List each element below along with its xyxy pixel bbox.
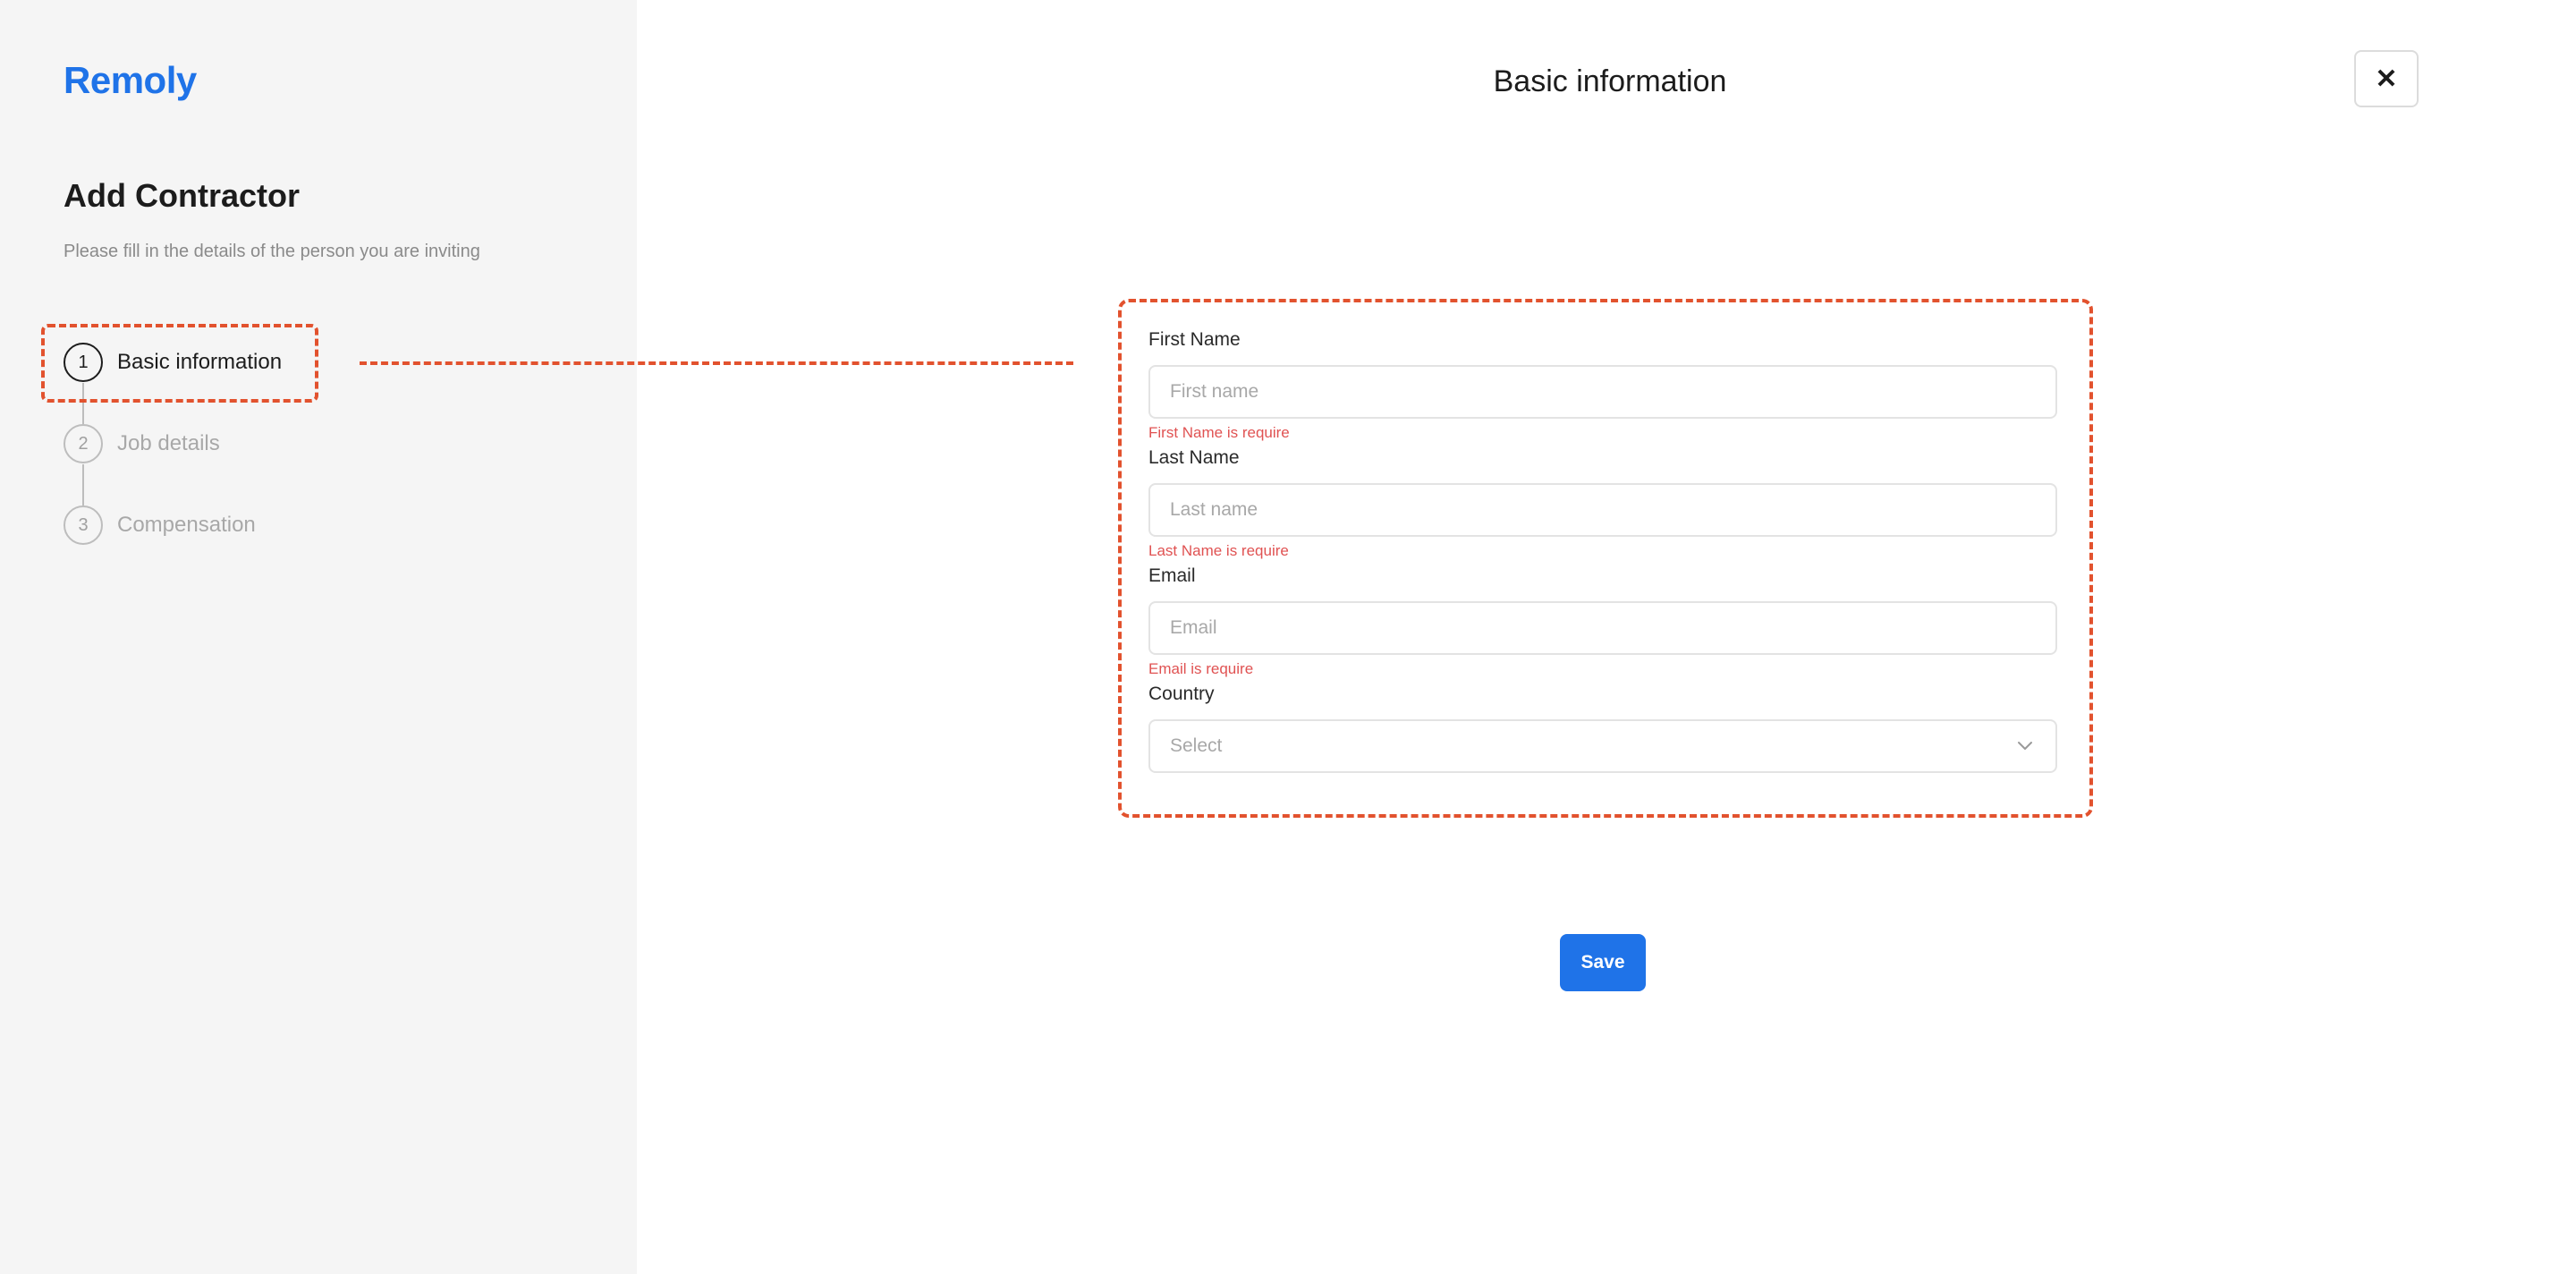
sidebar-title: Add Contractor xyxy=(64,177,300,214)
last-name-error: Last Name is require xyxy=(1148,542,1289,559)
email-error: Email is require xyxy=(1148,660,1254,677)
first-name-label: First Name xyxy=(1148,329,1241,350)
close-button[interactable]: ✕ xyxy=(2354,50,2419,107)
email-input[interactable] xyxy=(1148,601,2057,655)
step-connector xyxy=(82,464,84,505)
email-label: Email xyxy=(1148,565,1196,586)
step-compensation[interactable]: 3 Compensation xyxy=(64,505,256,546)
annotation-step-highlight xyxy=(41,324,318,403)
last-name-input[interactable] xyxy=(1148,483,2057,537)
page-title: Basic information xyxy=(1493,64,1727,98)
country-select-value: Select xyxy=(1170,735,1223,756)
annotation-connector-line xyxy=(360,361,1073,365)
last-name-label: Last Name xyxy=(1148,447,1240,468)
first-name-error: First Name is require xyxy=(1148,424,1290,441)
sidebar-subtitle: Please fill in the details of the person… xyxy=(64,242,480,261)
country-label: Country xyxy=(1148,684,1215,704)
first-name-input[interactable] xyxy=(1148,365,2057,419)
save-button[interactable]: Save xyxy=(1560,934,1646,991)
chevron-down-icon xyxy=(2014,735,2036,757)
step-label: Compensation xyxy=(117,513,256,537)
country-select[interactable]: Select xyxy=(1148,719,2057,773)
sidebar: Remoly Add Contractor Please fill in the… xyxy=(0,0,637,1274)
step-label: Job details xyxy=(117,431,220,455)
step-job-details[interactable]: 2 Job details xyxy=(64,423,220,464)
brand-logo[interactable]: Remoly xyxy=(64,59,197,102)
close-icon: ✕ xyxy=(2375,64,2398,94)
step-number: 2 xyxy=(64,424,103,463)
step-number: 3 xyxy=(64,505,103,545)
